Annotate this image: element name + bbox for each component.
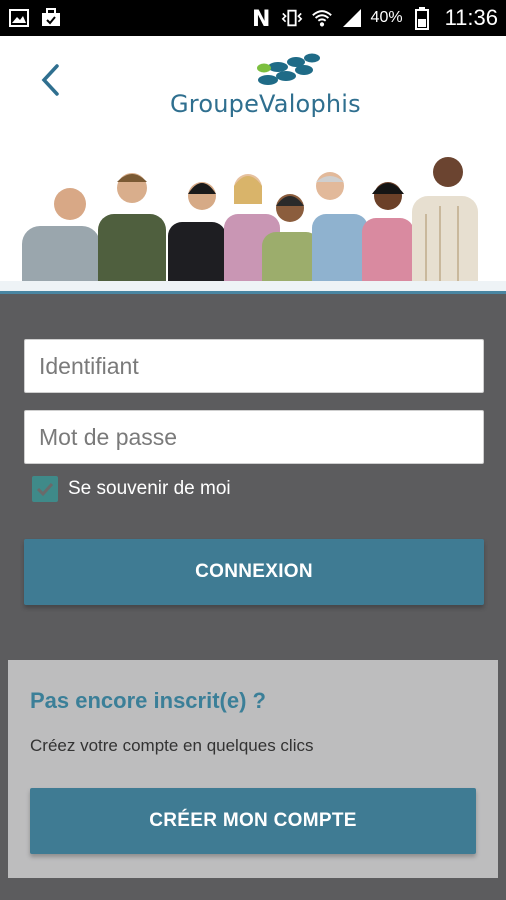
identifier-input[interactable]: Identifiant [24,339,484,393]
image-icon [8,7,30,29]
logo-text: GroupeValophis [170,90,361,118]
battery-percent: 40% [370,9,403,26]
battery-icon [411,7,433,30]
remember-label: Se souvenir de moi [68,478,231,499]
banner-floor [0,281,506,291]
vibrate-icon [281,7,303,29]
svg-text:N: N [252,7,270,29]
app-header: GroupeValophis [0,36,506,156]
chevron-left-icon [39,63,61,102]
login-form: Identifiant Mot de passe Se souvenir de … [0,294,506,900]
briefcase-icon [40,7,62,29]
password-input[interactable]: Mot de passe [24,410,484,464]
logo-mark-icon [257,53,320,85]
clock: 11:36 [444,5,498,30]
status-bar: N 40% 11:36 [0,0,506,36]
wifi-icon [311,7,333,29]
people-banner-image [0,156,506,294]
create-account-button[interactable]: CRÉER MON COMPTE [30,788,476,854]
password-placeholder: Mot de passe [39,423,178,450]
remember-checkbox[interactable] [32,476,58,502]
remember-me[interactable]: Se souvenir de moi [32,476,231,502]
register-description: Créez votre compte en quelques clics [30,736,314,755]
valophis-logo: GroupeValophis [170,50,361,130]
register-title: Pas encore inscrit(e) ? [30,688,266,713]
register-card: Pas encore inscrit(e) ? Créez votre comp… [8,660,498,878]
login-button[interactable]: CONNEXION [24,539,484,605]
nfc-icon: N [251,7,273,29]
identifier-placeholder: Identifiant [39,352,139,379]
back-button[interactable] [30,62,70,102]
signal-icon [341,7,363,29]
check-icon [36,482,54,497]
people-illustration [22,157,478,291]
